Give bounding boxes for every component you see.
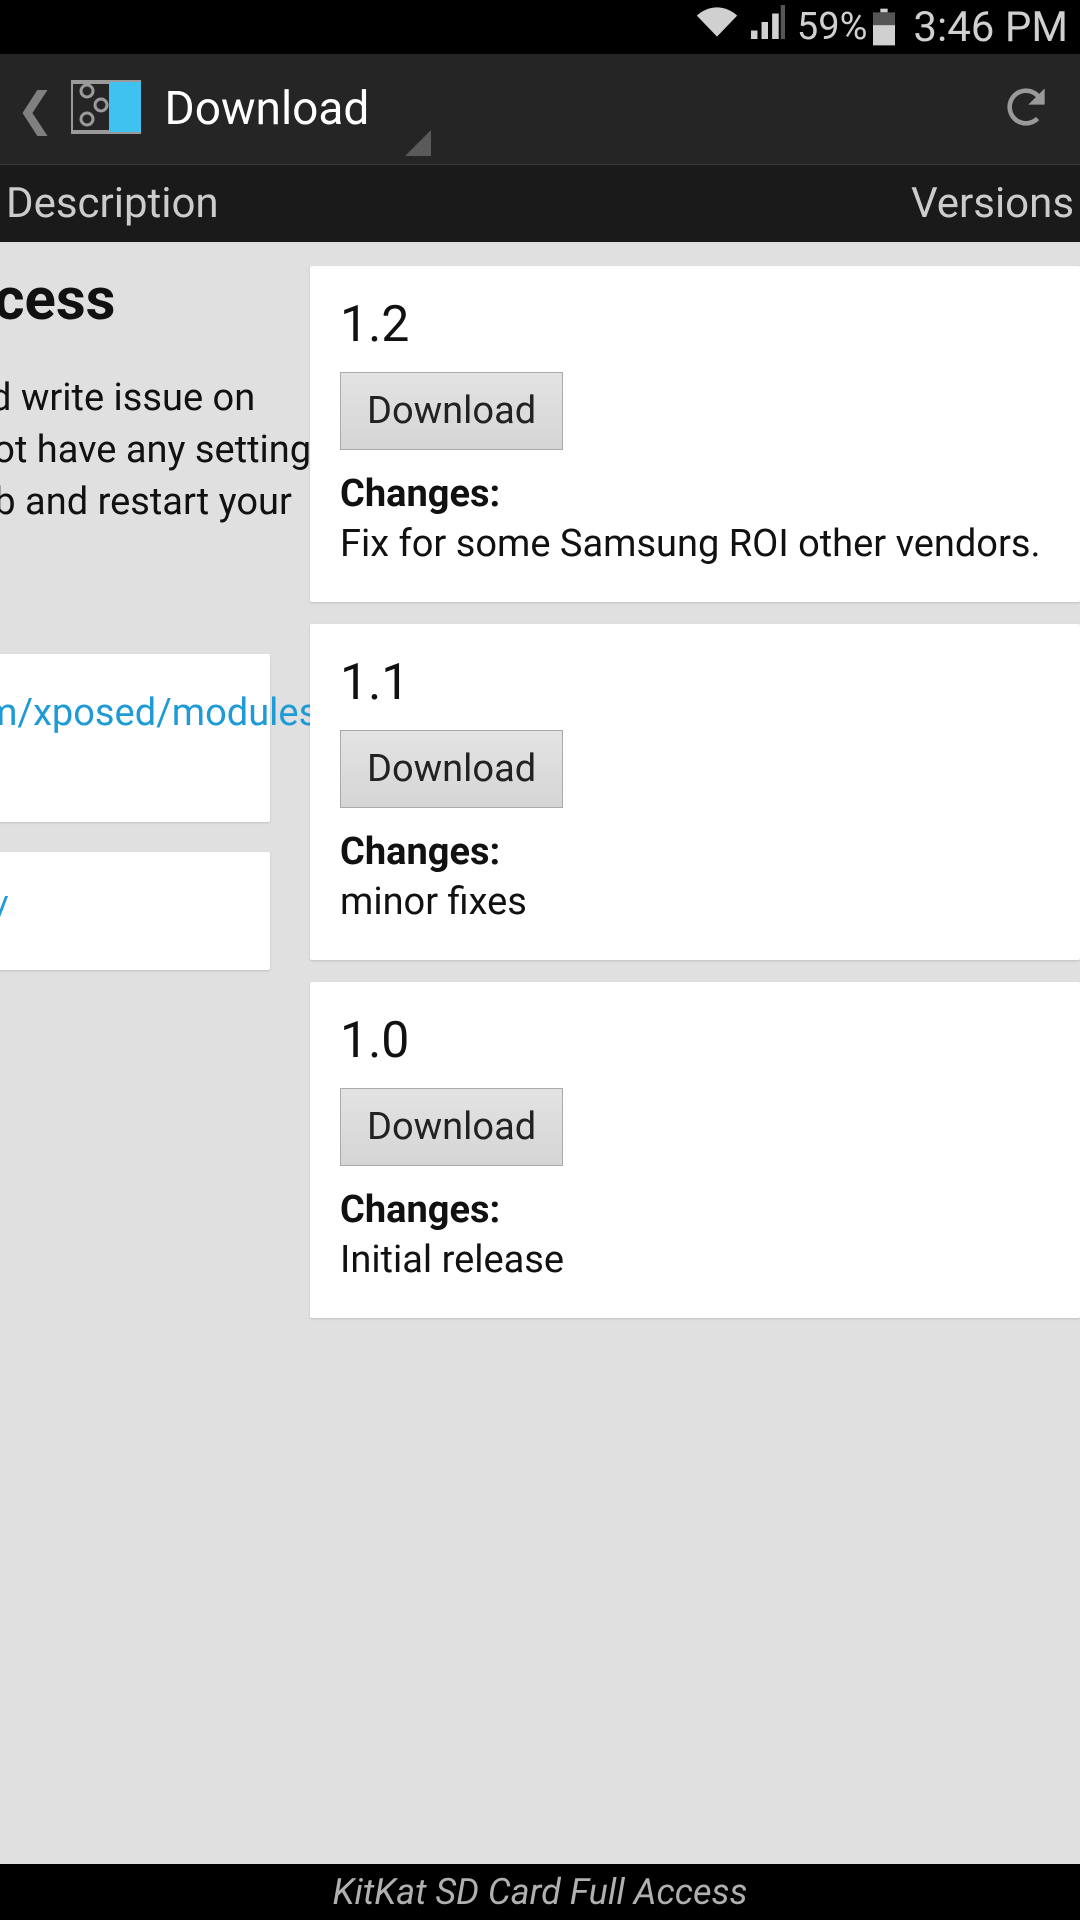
changes-label: Changes: [340,472,1050,516]
battery-percentage: 59% [797,5,868,49]
signal-icon [751,5,785,49]
battery-icon [873,8,895,46]
download-button[interactable]: Download [340,730,563,808]
title-dropdown[interactable]: Download [165,54,370,164]
download-button[interactable]: Download [340,372,563,450]
footer-module-name: KitKat SD Card Full Access [0,1864,1080,1920]
tab-description[interactable]: Description [0,179,225,228]
version-number: 1.0 [340,1012,1050,1070]
version-number: 1.2 [340,296,1050,354]
version-number: 1.1 [340,654,1050,712]
versions-pane: 1.2 Download Changes: Fix for some Samsu… [290,242,1080,1864]
wifi-icon [695,5,739,49]
support-link-card[interactable]: rs.com/xposed/modules/ 0992 [0,654,270,822]
description-pane: ll Access SD card write issue on does no… [0,242,290,1864]
source-link-card[interactable]: odule/ [0,852,270,970]
action-bar: ❮ Download [0,54,1080,164]
changes-text: Fix for some Samsung ROI other vendors. [340,520,1050,568]
changes-label: Changes: [340,1188,1050,1232]
source-link-text: odule/ [0,889,9,933]
support-link-line1: rs.com/xposed/modules/ [0,691,334,735]
battery-status: 59% [797,5,896,49]
clock: 3:46 PM [907,3,1068,52]
back-button[interactable]: ❮ [8,82,63,137]
version-card: 1.0 Download Changes: Initial release [310,982,1080,1318]
content-area[interactable]: ll Access SD card write issue on does no… [0,242,1080,1864]
download-button[interactable]: Download [340,1088,563,1166]
dropdown-indicator-icon [405,130,431,156]
refresh-icon [998,79,1054,135]
xposed-app-icon[interactable] [71,77,141,141]
version-card: 1.2 Download Changes: Fix for some Samsu… [310,266,1080,602]
tab-bar: Description Versions [0,164,1080,242]
screen-title: Download [165,82,370,136]
changes-text: minor fixes [340,878,1050,926]
version-card: 1.1 Download Changes: minor fixes [310,624,1080,960]
tab-versions[interactable]: Versions [905,179,1080,228]
changes-text: Initial release [340,1236,1050,1284]
status-bar: 59% 3:46 PM [0,0,1080,54]
module-title: ll Access [0,266,270,334]
refresh-button[interactable] [988,69,1064,149]
changes-label: Changes: [340,830,1050,874]
module-description: SD card write issue on does not have any… [0,372,270,624]
